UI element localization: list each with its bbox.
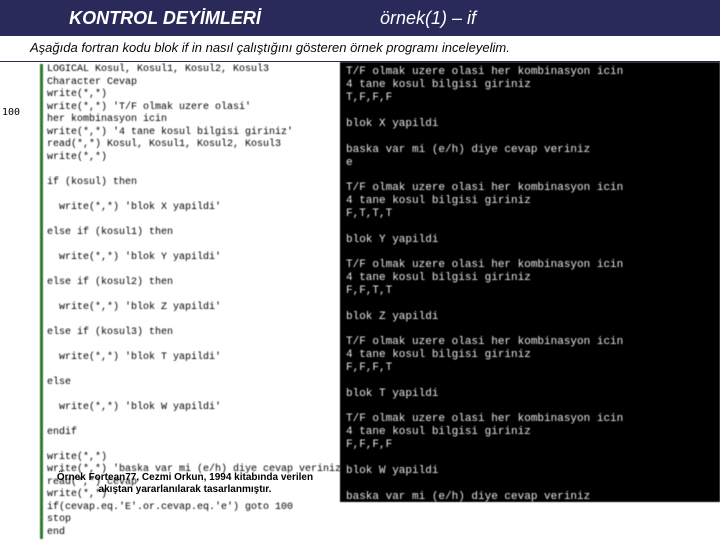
- terminal-output-5: T/F olmak uzere olasi her kombinasyon ic…: [346, 413, 714, 504]
- slide-subtitle: örnek(1) – if: [320, 8, 476, 29]
- terminal-output-1: T/F olmak uzere olasi her kombinasyon ic…: [346, 66, 714, 170]
- terminal-output-2: T/F olmak uzere olasi her kombinasyon ic…: [346, 182, 714, 247]
- slide-content: 100 LOGICAL Kosul, Kosul1, Kosul2, Kosul…: [0, 62, 720, 502]
- terminal-output-3: T/F olmak uzere olasi her kombinasyon ic…: [346, 259, 714, 324]
- code-column: 100 LOGICAL Kosul, Kosul1, Kosul2, Kosul…: [0, 62, 340, 502]
- slide-header: KONTROL DEYİMLERİ örnek(1) – if: [0, 0, 720, 36]
- line-number-label: 100: [2, 107, 20, 118]
- terminal-column: T/F olmak uzere olasi her kombinasyon ic…: [340, 62, 720, 502]
- fortran-code: LOGICAL Kosul, Kosul1, Kosul2, Kosul3 Ch…: [40, 64, 340, 539]
- slide-title: KONTROL DEYİMLERİ: [10, 8, 320, 29]
- slide-description: Aşağıda fortran kodu blok if in nasıl ça…: [0, 36, 720, 62]
- footnote-text: Örnek Fortean77, Cezmi Orkun, 1994 kitab…: [40, 472, 330, 496]
- terminal-output-4: T/F olmak uzere olasi her kombinasyon ic…: [346, 336, 714, 401]
